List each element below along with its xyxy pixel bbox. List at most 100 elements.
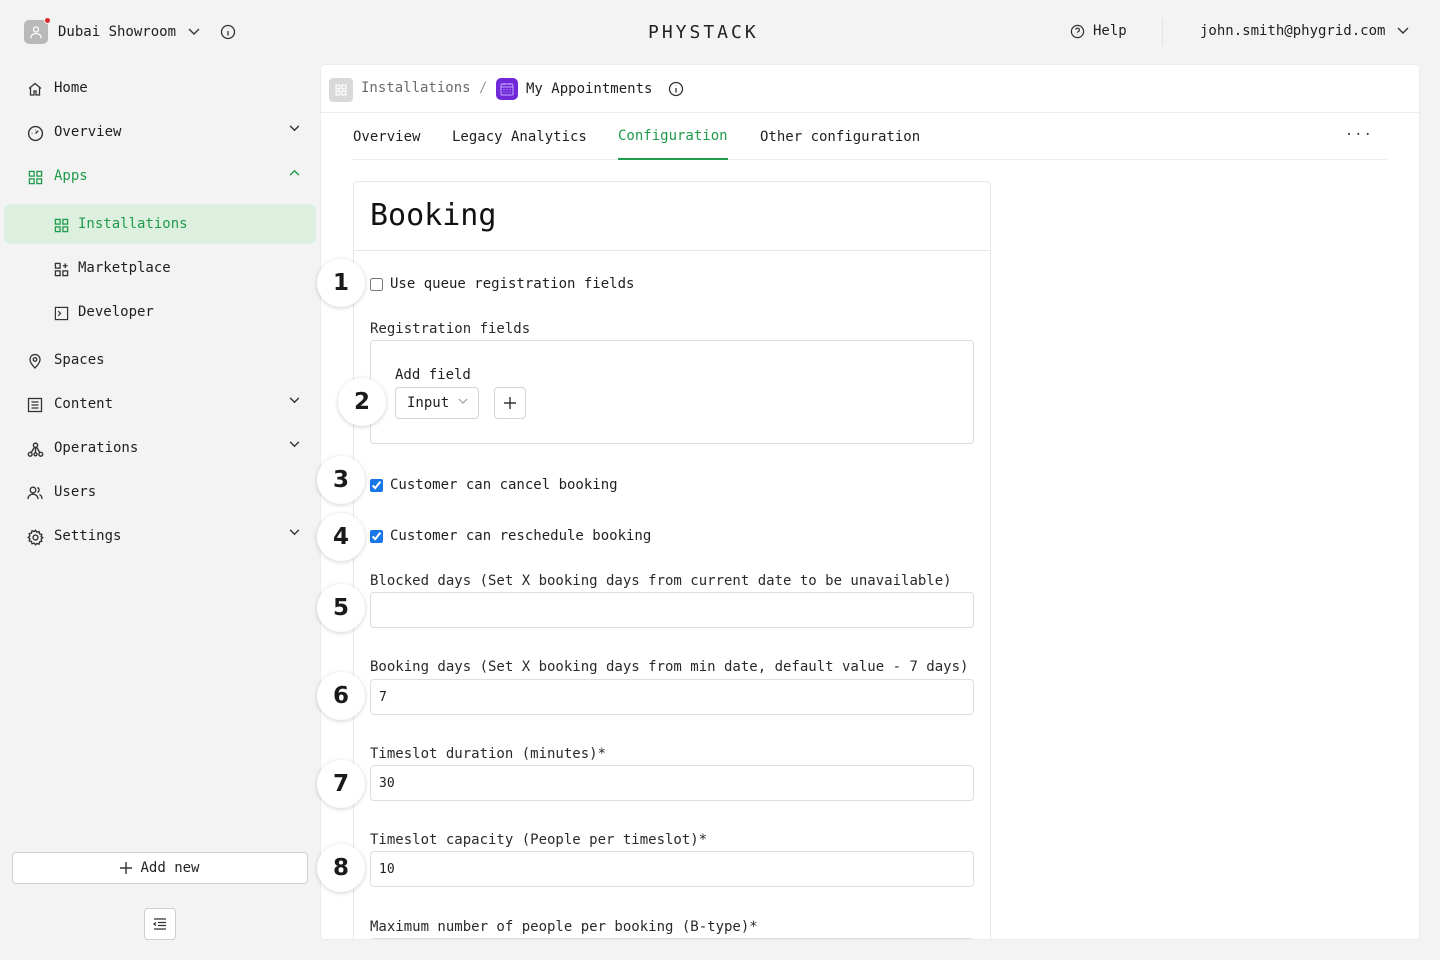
chevron-down-icon	[289, 529, 300, 536]
workspace-switcher[interactable]: Dubai Showroom	[24, 17, 236, 44]
sidebar-item-settings[interactable]: Settings	[4, 516, 316, 556]
chevron-down-icon	[289, 441, 300, 448]
reschedule-booking-checkbox[interactable]	[370, 529, 383, 543]
tab-overview[interactable]: Overview	[353, 113, 420, 160]
chevron-down-icon[interactable]	[188, 28, 200, 36]
chevron-down-icon	[289, 125, 300, 132]
annotation-badge: 7	[317, 760, 365, 808]
registration-fields-box: Add field Input	[370, 340, 974, 444]
blocked-days-input[interactable]	[370, 592, 974, 628]
annotation-badge: 3	[317, 456, 365, 504]
tab-configuration[interactable]: Configuration	[618, 113, 728, 160]
breadcrumb-installations-link[interactable]: Installations	[361, 80, 471, 96]
use-queue-fields-checkbox-row[interactable]: Use queue registration fields	[370, 276, 634, 292]
breadcrumb-current: My Appointments	[526, 81, 653, 97]
reschedule-booking-checkbox-row[interactable]: Customer can reschedule booking	[370, 528, 651, 544]
annotation-badge: 6	[317, 672, 365, 720]
tab-other-configuration[interactable]: Other configuration	[760, 113, 920, 160]
gauge-icon	[26, 124, 44, 142]
sidebar: Home Overview Apps Installations Marketp…	[0, 64, 320, 960]
main-panel: Installations / My Appointments Overview…	[321, 65, 1419, 939]
sidebar-item-label: Developer	[78, 304, 154, 320]
info-icon[interactable]	[668, 81, 684, 97]
sidebar-item-overview[interactable]: Overview	[4, 112, 316, 152]
blocked-days-label: Blocked days (Set X booking days from cu…	[370, 573, 952, 589]
sidebar-item-users[interactable]: Users	[4, 472, 316, 512]
gear-icon	[26, 528, 44, 546]
sidebar-item-label: Home	[54, 80, 88, 96]
terminal-icon	[52, 304, 70, 322]
header-divider	[1162, 18, 1163, 46]
apps-grid-icon	[52, 216, 70, 234]
sidebar-item-label: Content	[54, 396, 114, 412]
sidebar-item-label: Installations	[78, 216, 188, 232]
sidebar-item-spaces[interactable]: Spaces	[4, 340, 316, 380]
annotation-badge: 2	[338, 378, 386, 426]
chevron-down-icon	[458, 398, 468, 405]
form-header: Booking	[354, 182, 990, 251]
timeslot-duration-label: Timeslot duration (minutes)*	[370, 746, 607, 762]
apps-grid-icon	[329, 78, 353, 102]
home-icon	[26, 80, 44, 98]
apps-grid-icon	[26, 168, 44, 186]
chevron-down-icon	[289, 397, 300, 404]
collapse-menu-icon	[153, 918, 167, 930]
svg-text:PHYSTACK: PHYSTACK	[648, 22, 759, 42]
sidebar-item-label: Overview	[54, 124, 122, 140]
annotation-badge: 8	[317, 844, 365, 892]
help-button[interactable]: Help	[1070, 23, 1127, 39]
sidebar-item-operations[interactable]: Operations	[4, 428, 316, 468]
sidebar-item-label: Settings	[54, 528, 122, 544]
add-new-label: Add new	[140, 860, 200, 876]
booking-days-input[interactable]	[370, 679, 974, 715]
notification-dot	[44, 17, 51, 24]
user-menu[interactable]: john.smith@phygrid.com	[1200, 23, 1409, 39]
tab-bar: Overview Legacy Analytics Configuration …	[353, 113, 1387, 160]
add-new-button[interactable]: Add new	[12, 852, 308, 884]
reschedule-booking-label: Customer can reschedule booking	[390, 528, 652, 544]
users-icon	[26, 484, 44, 502]
network-icon	[26, 440, 44, 458]
use-queue-fields-label: Use queue registration fields	[390, 276, 635, 292]
max-people-label: Maximum number of people per booking (B-…	[370, 919, 758, 935]
annotation-badge: 1	[317, 259, 365, 307]
chevron-down-icon	[1397, 27, 1409, 35]
content-list-icon	[26, 396, 44, 414]
sidebar-item-developer[interactable]: Developer	[4, 292, 316, 332]
timeslot-duration-input[interactable]	[370, 765, 974, 801]
chevron-up-icon	[289, 169, 300, 176]
collapse-sidebar-button[interactable]	[144, 908, 176, 940]
sidebar-item-label: Apps	[54, 168, 88, 184]
add-field-button[interactable]	[494, 387, 526, 419]
appointments-app-icon	[496, 78, 518, 100]
sidebar-item-label: Operations	[54, 440, 139, 456]
field-type-value: Input	[407, 395, 450, 411]
phystack-logo: PHYSTACK	[648, 22, 759, 42]
timeslot-capacity-input[interactable]	[370, 851, 974, 887]
workspace-avatar	[24, 17, 51, 44]
sidebar-item-installations[interactable]: Installations	[4, 204, 316, 244]
more-options-icon[interactable]: ···	[1345, 127, 1373, 143]
cancel-booking-checkbox-row[interactable]: Customer can cancel booking	[370, 477, 618, 493]
sidebar-item-marketplace[interactable]: Marketplace	[4, 248, 316, 288]
cancel-booking-checkbox[interactable]	[370, 478, 383, 492]
add-field-label: Add field	[395, 367, 471, 383]
annotation-badge: 5	[317, 584, 365, 632]
field-type-select[interactable]: Input	[395, 387, 479, 419]
sidebar-item-content[interactable]: Content	[4, 384, 316, 424]
booking-form: Booking Use queue registration fields Re…	[353, 181, 991, 939]
plus-icon	[504, 397, 516, 409]
info-icon[interactable]	[220, 24, 236, 40]
sidebar-item-home[interactable]: Home	[4, 68, 316, 108]
tab-legacy-analytics[interactable]: Legacy Analytics	[452, 113, 587, 160]
annotation-badge: 4	[317, 513, 365, 561]
sidebar-item-label: Users	[54, 484, 97, 500]
max-people-input[interactable]	[370, 938, 974, 939]
marketplace-icon	[52, 260, 70, 278]
sidebar-item-apps[interactable]: Apps	[4, 156, 316, 196]
plus-icon	[120, 862, 133, 874]
breadcrumb: Installations / My Appointments	[321, 65, 1419, 113]
use-queue-fields-checkbox[interactable]	[370, 277, 383, 291]
cancel-booking-label: Customer can cancel booking	[390, 477, 618, 493]
help-label: Help	[1093, 23, 1127, 39]
